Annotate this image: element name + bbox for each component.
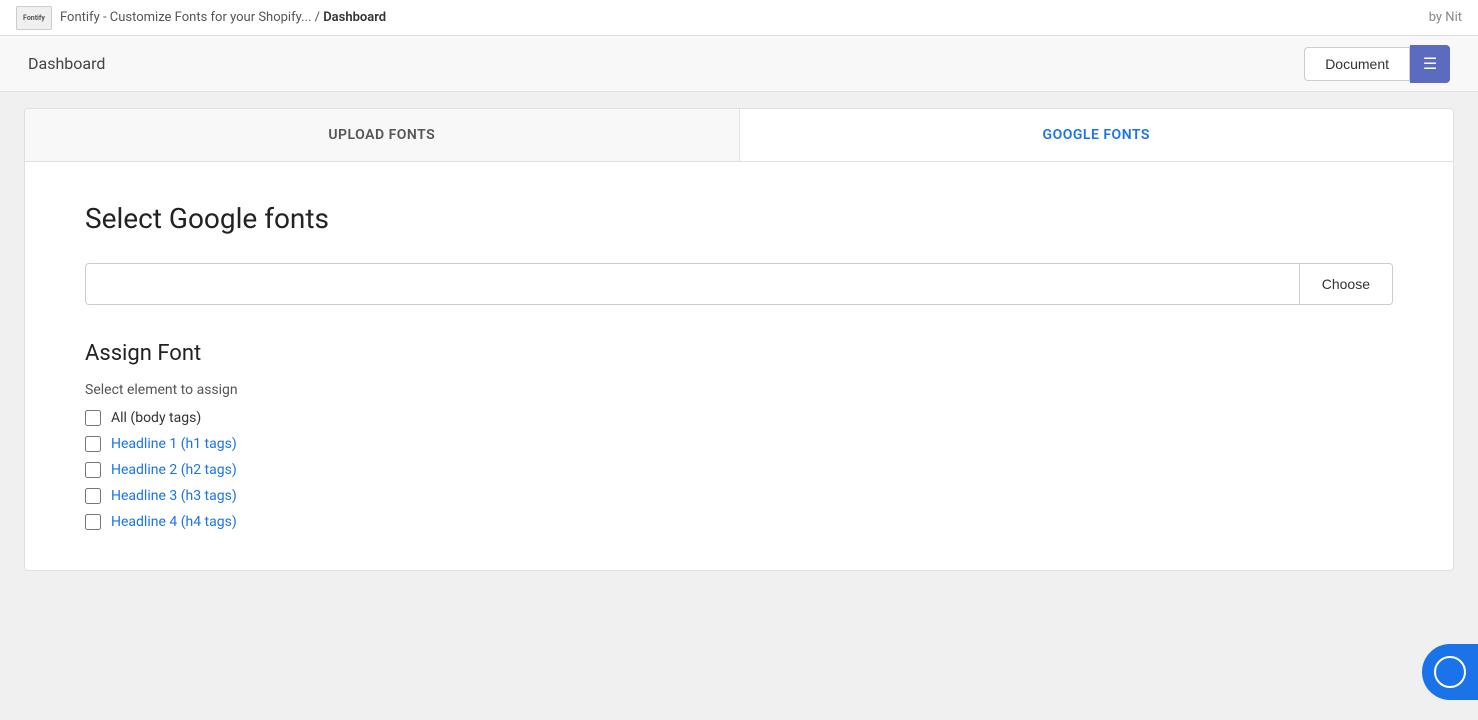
tab-container: UPLOAD FONTS GOOGLE FONTS Select Google … <box>24 108 1454 571</box>
checkbox-list: All (body tags) Headline 1 (h1 tags) Hea… <box>85 410 1393 530</box>
header-nav: Dashboard Document ☰ <box>0 36 1478 92</box>
font-search-row: Choose <box>85 263 1393 305</box>
top-bar: Fontify Fontify - Customize Fonts for yo… <box>0 0 1478 36</box>
checkbox-label-h3[interactable]: Headline 3 (h3 tags) <box>111 488 237 504</box>
choose-button[interactable]: Choose <box>1299 264 1392 304</box>
more-options-button[interactable]: ☰ <box>1410 45 1450 83</box>
checkbox-label-h2[interactable]: Headline 2 (h2 tags) <box>111 462 237 478</box>
select-element-label: Select element to assign <box>85 382 1393 398</box>
page-title: Dashboard <box>28 54 105 73</box>
author-label: by Nit <box>1429 10 1462 25</box>
checkbox-label-all-body[interactable]: All (body tags) <box>111 410 201 426</box>
tab-upload-fonts[interactable]: UPLOAD FONTS <box>25 109 740 161</box>
breadcrumb-area: Fontify Fontify - Customize Fonts for yo… <box>16 6 386 30</box>
list-item: Headline 3 (h3 tags) <box>85 488 1393 504</box>
content-panel: Select Google fonts Choose Assign Font S… <box>25 162 1453 570</box>
assign-font-title: Assign Font <box>85 341 1393 366</box>
tab-google-fonts[interactable]: GOOGLE FONTS <box>740 109 1454 161</box>
list-item: Headline 4 (h4 tags) <box>85 514 1393 530</box>
chat-icon <box>1434 656 1466 688</box>
checkbox-h1[interactable] <box>85 436 101 452</box>
checkbox-h2[interactable] <box>85 462 101 478</box>
checkbox-h3[interactable] <box>85 488 101 504</box>
main-content: UPLOAD FONTS GOOGLE FONTS Select Google … <box>0 92 1478 587</box>
font-search-input[interactable] <box>86 264 1299 304</box>
checkbox-h4[interactable] <box>85 514 101 530</box>
header-actions: Document ☰ <box>1304 45 1450 83</box>
list-item: Headline 2 (h2 tags) <box>85 462 1393 478</box>
more-options-icon: ☰ <box>1423 54 1437 74</box>
checkbox-all-body[interactable] <box>85 410 101 426</box>
logo: Fontify <box>16 6 52 30</box>
list-item: Headline 1 (h1 tags) <box>85 436 1393 452</box>
list-item: All (body tags) <box>85 410 1393 426</box>
checkbox-label-h1[interactable]: Headline 1 (h1 tags) <box>111 436 237 452</box>
breadcrumb: Fontify - Customize Fonts for your Shopi… <box>60 10 386 25</box>
document-button[interactable]: Document <box>1304 47 1410 81</box>
checkbox-label-h4[interactable]: Headline 4 (h4 tags) <box>111 514 237 530</box>
section-title: Select Google fonts <box>85 202 1393 235</box>
chat-button[interactable] <box>1422 644 1478 700</box>
tabs-row: UPLOAD FONTS GOOGLE FONTS <box>25 109 1453 162</box>
